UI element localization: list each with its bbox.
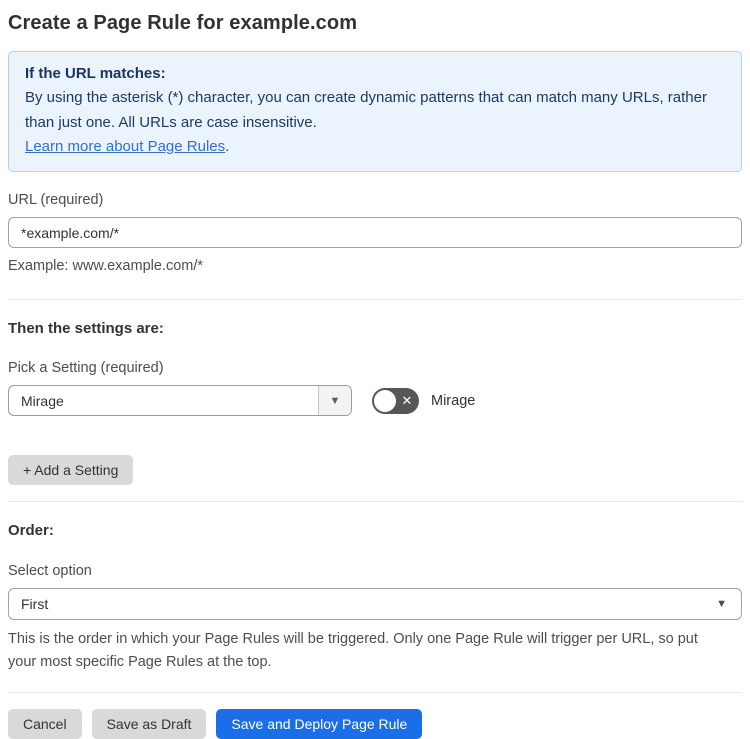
toggle-knob — [374, 389, 396, 412]
url-helper-text: Example: www.example.com/* — [8, 258, 204, 275]
toggle-label: Mirage — [431, 392, 476, 409]
divider — [8, 501, 742, 503]
add-setting-button[interactable]: + Add a Setting — [8, 455, 134, 486]
order-select-value: First — [21, 596, 49, 613]
cancel-button[interactable]: Cancel — [8, 709, 82, 739]
settings-heading: Then the settings are: — [8, 320, 164, 338]
setting-dropdown-value: Mirage — [21, 392, 64, 409]
page-title: Create a Page Rule for example.com — [8, 12, 358, 34]
select-option-label: Select option — [8, 563, 92, 580]
link-period: . — [225, 137, 230, 155]
divider — [8, 692, 742, 694]
chevron-down-icon: ▼ — [716, 598, 727, 611]
footer-actions: Cancel Save as Draft Save and Deploy Pag… — [8, 709, 742, 739]
url-label: URL (required) — [8, 192, 104, 209]
info-box-heading: If the URL matches: — [25, 65, 166, 82]
pick-setting-label: Pick a Setting (required) — [8, 360, 164, 377]
setting-dropdown-arrow-button[interactable]: ▼ — [318, 386, 351, 416]
save-and-deploy-button[interactable]: Save and Deploy Page Rule — [216, 709, 423, 739]
url-input[interactable] — [8, 217, 742, 249]
url-match-info-box: If the URL matches: By using the asteris… — [8, 51, 742, 173]
x-icon: ✕ — [401, 393, 413, 409]
divider — [8, 299, 742, 301]
info-box-link-line: Learn more about Page Rules. — [25, 135, 725, 159]
page-rule-form: Create a Page Rule for example.com If th… — [0, 0, 750, 739]
setting-dropdown[interactable]: Mirage ▼ — [8, 385, 352, 417]
order-heading: Order: — [8, 522, 54, 540]
setting-row: Mirage ▼ ✕ Mirage — [8, 385, 742, 417]
order-helper-text: This is the order in which your Page Rul… — [8, 631, 698, 670]
learn-more-link[interactable]: Learn more about Page Rules — [25, 138, 225, 155]
mirage-toggle[interactable]: ✕ — [372, 387, 419, 414]
order-select[interactable]: First ▼ — [8, 588, 742, 621]
mirage-toggle-group: ✕ Mirage — [372, 387, 476, 414]
info-box-body: By using the asterisk (*) character, you… — [25, 89, 707, 131]
chevron-down-icon: ▼ — [329, 394, 341, 407]
save-as-draft-button[interactable]: Save as Draft — [91, 709, 207, 739]
